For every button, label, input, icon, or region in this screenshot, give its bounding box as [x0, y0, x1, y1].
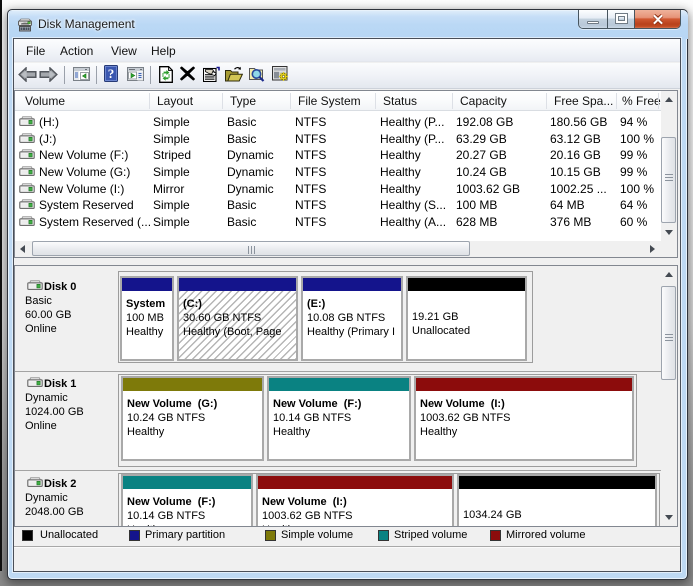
svg-text:?: ?	[108, 66, 115, 81]
